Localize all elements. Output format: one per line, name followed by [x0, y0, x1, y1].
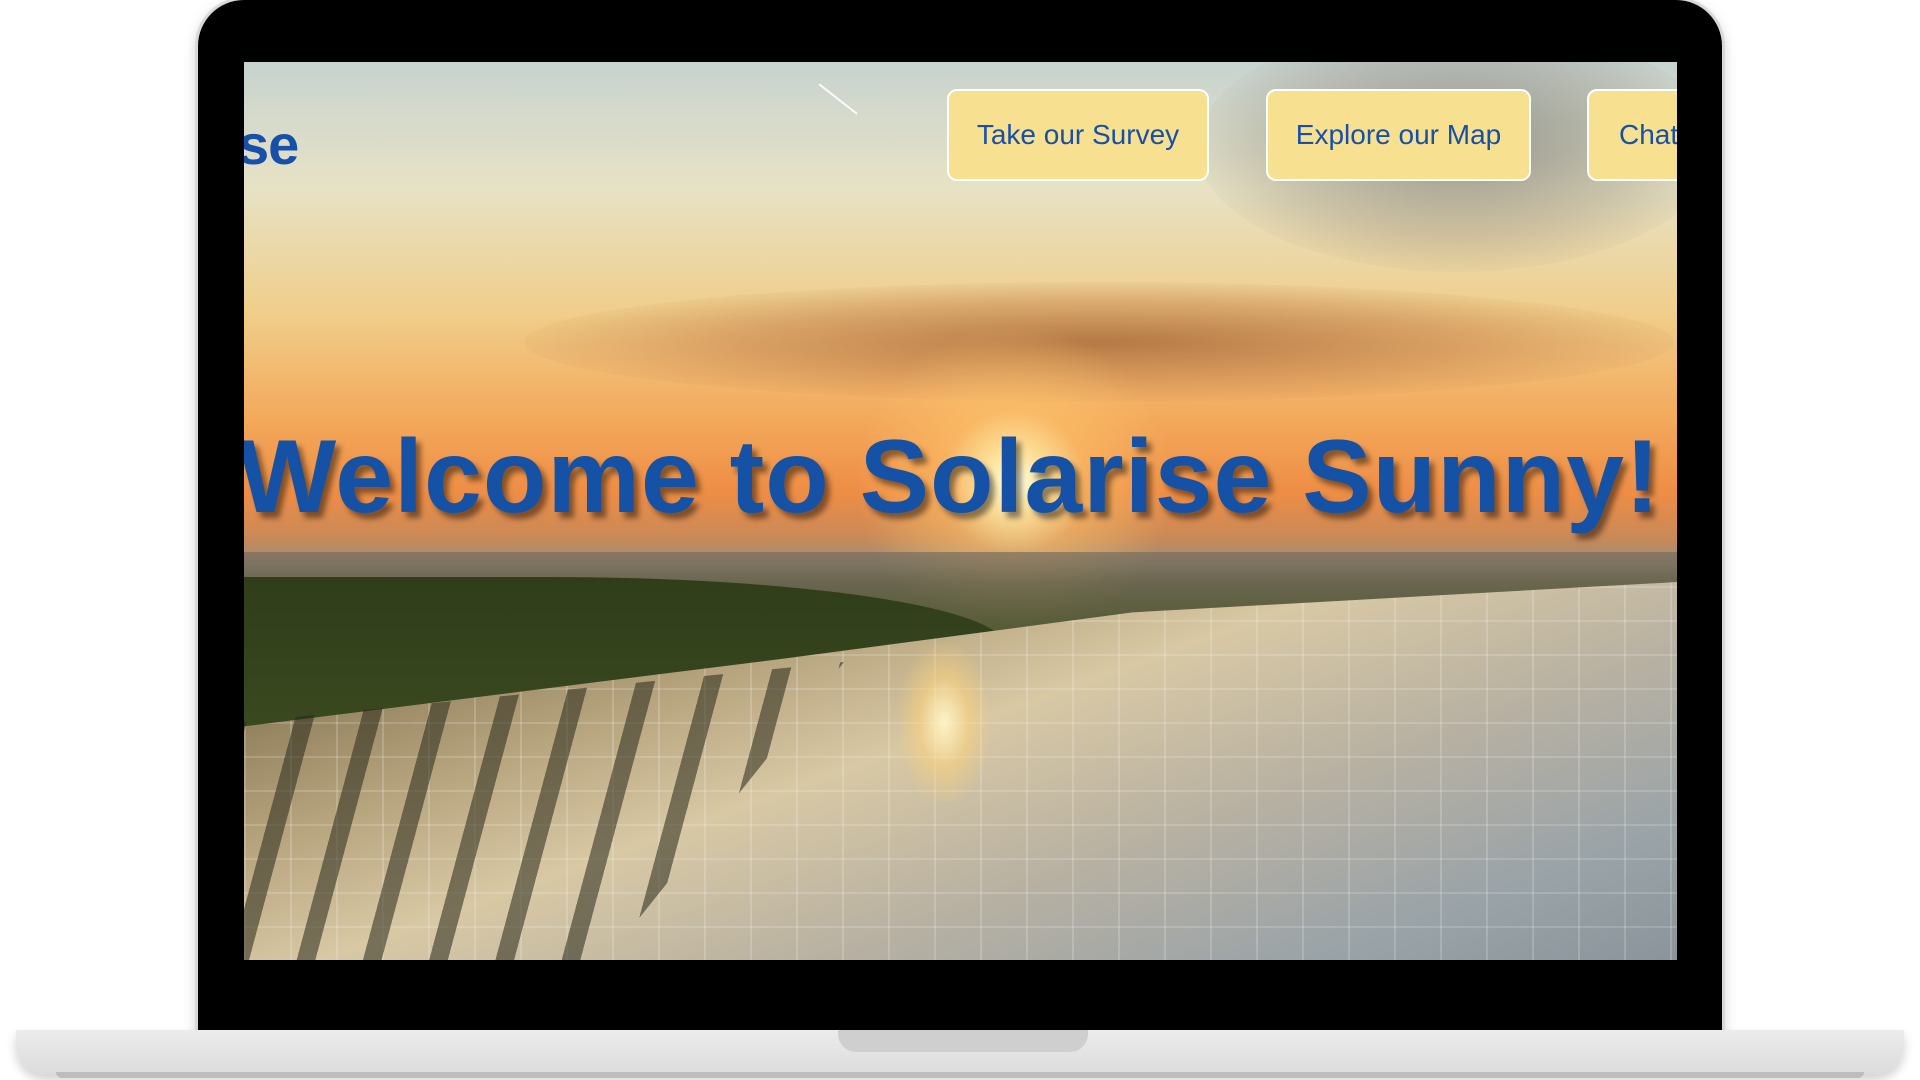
survey-button[interactable]: Take our Survey [947, 89, 1209, 181]
mockup-stage: se Take our Survey Explore our Map Chat … [0, 0, 1920, 1080]
laptop-screen: se Take our Survey Explore our Map Chat … [244, 62, 1677, 960]
hero-title: Welcome to Solarise Sunny! [244, 419, 1661, 535]
map-button[interactable]: Explore our Map [1266, 89, 1531, 181]
laptop-notch [838, 1030, 1088, 1052]
chat-button[interactable]: Chat [1587, 89, 1677, 181]
laptop-base-shadow [56, 1072, 1864, 1078]
sun-reflection [899, 642, 989, 802]
top-nav: Take our Survey Explore our Map Chat [244, 89, 1677, 183]
